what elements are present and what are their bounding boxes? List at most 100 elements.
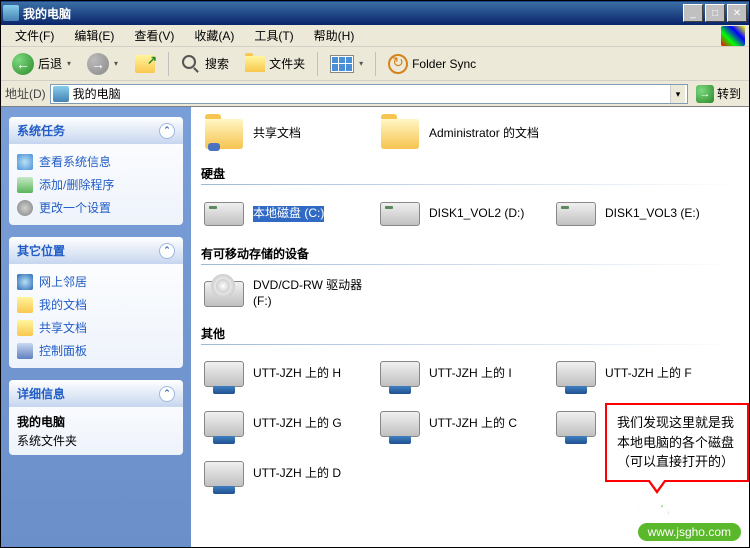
network-drive-icon [380, 361, 420, 387]
collapse-icon: ⌃ [159, 123, 175, 139]
gear-icon [17, 200, 33, 216]
place-label: 控制面板 [39, 342, 87, 359]
network-drive-icon [204, 411, 244, 437]
drive-icon [380, 202, 420, 226]
info-icon [17, 154, 33, 170]
system-tasks-panel: 系统任务⌃ 查看系统信息 添加/删除程序 更改一个设置 [9, 117, 183, 225]
sidebar: 系统任务⌃ 查看系统信息 添加/删除程序 更改一个设置 其它位置 ⌃ 网上邻居 我… [1, 107, 191, 547]
item-label: DISK1_VOL3 (E:) [605, 206, 700, 222]
forward-button[interactable]: →▾ [80, 49, 125, 79]
toolbar: ←后退▾ →▾ 搜索 文件夹 ▾ Folder Sync [1, 47, 749, 81]
divider [201, 344, 739, 345]
item-net-h[interactable]: UTT-JZH 上的 H [201, 353, 369, 395]
item-label: UTT-JZH 上的 G [253, 416, 342, 432]
computer-icon [53, 86, 69, 102]
item-label: UTT-JZH 上的 D [253, 466, 341, 482]
item-shared-docs[interactable]: 共享文档 [201, 113, 369, 155]
system-tasks-header[interactable]: 系统任务⌃ [9, 117, 183, 144]
search-button[interactable]: 搜索 [174, 50, 236, 78]
details-header[interactable]: 详细信息⌃ [9, 380, 183, 407]
add-remove-icon [17, 177, 33, 193]
go-button[interactable]: →转到 [692, 83, 745, 105]
network-drive-icon [556, 361, 596, 387]
forward-icon: → [87, 53, 109, 75]
item-drive-e[interactable]: DISK1_VOL3 (E:) [553, 193, 721, 235]
item-net-i[interactable]: UTT-JZH 上的 I [377, 353, 545, 395]
back-button[interactable]: ←后退▾ [5, 49, 78, 79]
task-change-setting[interactable]: 更改一个设置 [17, 196, 175, 219]
place-shared[interactable]: 共享文档 [17, 316, 175, 339]
go-icon: → [696, 85, 714, 103]
place-my-docs[interactable]: 我的文档 [17, 293, 175, 316]
folders-icon [245, 56, 265, 72]
menu-tools[interactable]: 工具(T) [244, 25, 303, 46]
item-label: UTT-JZH 上的 I [429, 366, 512, 382]
place-network[interactable]: 网上邻居 [17, 270, 175, 293]
item-net-f[interactable]: UTT-JZH 上的 F [553, 353, 721, 395]
collapse-icon: ⌃ [159, 243, 175, 259]
network-drive-icon [204, 461, 244, 487]
item-label: DISK1_VOL2 (D:) [429, 206, 524, 222]
back-dropdown-icon[interactable]: ▾ [67, 59, 71, 68]
menubar: 文件(F) 编辑(E) 查看(V) 收藏(A) 工具(T) 帮助(H) [1, 25, 749, 47]
item-label: UTT-JZH 上的 H [253, 366, 341, 382]
item-cd-drive[interactable]: DVD/CD-RW 驱动器 (F:) [201, 273, 369, 315]
section-other: 其他 [201, 325, 739, 342]
search-label: 搜索 [205, 55, 229, 72]
place-label: 我的文档 [39, 296, 87, 313]
go-label: 转到 [717, 85, 741, 102]
item-net-g[interactable]: UTT-JZH 上的 G [201, 403, 369, 445]
address-value: 我的电脑 [73, 85, 670, 102]
item-drive-c[interactable]: 本地磁盘 (C:) [201, 193, 369, 235]
address-dropdown-icon[interactable]: ▾ [670, 85, 685, 103]
control-panel-icon [17, 343, 33, 359]
forward-dropdown-icon[interactable]: ▾ [114, 59, 118, 68]
views-dropdown-icon[interactable]: ▾ [359, 59, 363, 68]
main-view[interactable]: 共享文档 Administrator 的文档 硬盘 本地磁盘 (C:) DISK… [191, 107, 749, 547]
folders-button[interactable]: 文件夹 [238, 51, 312, 76]
network-icon [17, 274, 33, 290]
place-control-panel[interactable]: 控制面板 [17, 339, 175, 362]
folder-sync-button[interactable]: Folder Sync [381, 50, 483, 78]
menu-file[interactable]: 文件(F) [5, 25, 64, 46]
sync-label: Folder Sync [412, 57, 476, 71]
item-net-d[interactable]: UTT-JZH 上的 D [201, 453, 369, 495]
item-net-c[interactable]: UTT-JZH 上的 C [377, 403, 545, 445]
panel-title: 其它位置 [17, 242, 65, 259]
address-input[interactable]: 我的电脑 ▾ [50, 84, 688, 104]
window-title: 我的电脑 [23, 5, 683, 22]
menu-edit[interactable]: 编辑(E) [64, 25, 124, 46]
network-drive-icon [380, 411, 420, 437]
item-label: Administrator 的文档 [429, 126, 539, 142]
item-label: UTT-JZH 上的 F [605, 366, 692, 382]
task-add-remove[interactable]: 添加/删除程序 [17, 173, 175, 196]
address-label: 地址(D) [5, 85, 46, 102]
task-system-info[interactable]: 查看系统信息 [17, 150, 175, 173]
menu-favorites[interactable]: 收藏(A) [184, 25, 244, 46]
maximize-button[interactable]: □ [705, 4, 725, 22]
up-button[interactable] [127, 49, 163, 79]
menu-view[interactable]: 查看(V) [124, 25, 184, 46]
other-places-header[interactable]: 其它位置 ⌃ [9, 237, 183, 264]
menu-help[interactable]: 帮助(H) [304, 25, 365, 46]
item-admin-docs[interactable]: Administrator 的文档 [377, 113, 545, 155]
other-places-panel: 其它位置 ⌃ 网上邻居 我的文档 共享文档 控制面板 [9, 237, 183, 368]
minimize-button[interactable]: _ [683, 4, 703, 22]
views-icon [330, 55, 354, 73]
sync-icon [388, 54, 408, 74]
back-label: 后退 [38, 55, 62, 72]
folder-icon [381, 119, 419, 149]
app-icon [3, 5, 19, 21]
detail-type: 系统文件夹 [17, 432, 175, 449]
place-label: 网上邻居 [39, 273, 87, 290]
views-button[interactable]: ▾ [323, 51, 370, 77]
close-button[interactable]: ✕ [727, 4, 747, 22]
drive-icon [204, 202, 244, 226]
network-drive-icon [204, 361, 244, 387]
cd-drive-icon [204, 281, 244, 307]
addressbar: 地址(D) 我的电脑 ▾ →转到 [1, 81, 749, 107]
section-hard-disks: 硬盘 [201, 165, 739, 182]
item-drive-d[interactable]: DISK1_VOL2 (D:) [377, 193, 545, 235]
panel-title: 详细信息 [17, 385, 65, 402]
shared-folder-icon [17, 320, 33, 336]
